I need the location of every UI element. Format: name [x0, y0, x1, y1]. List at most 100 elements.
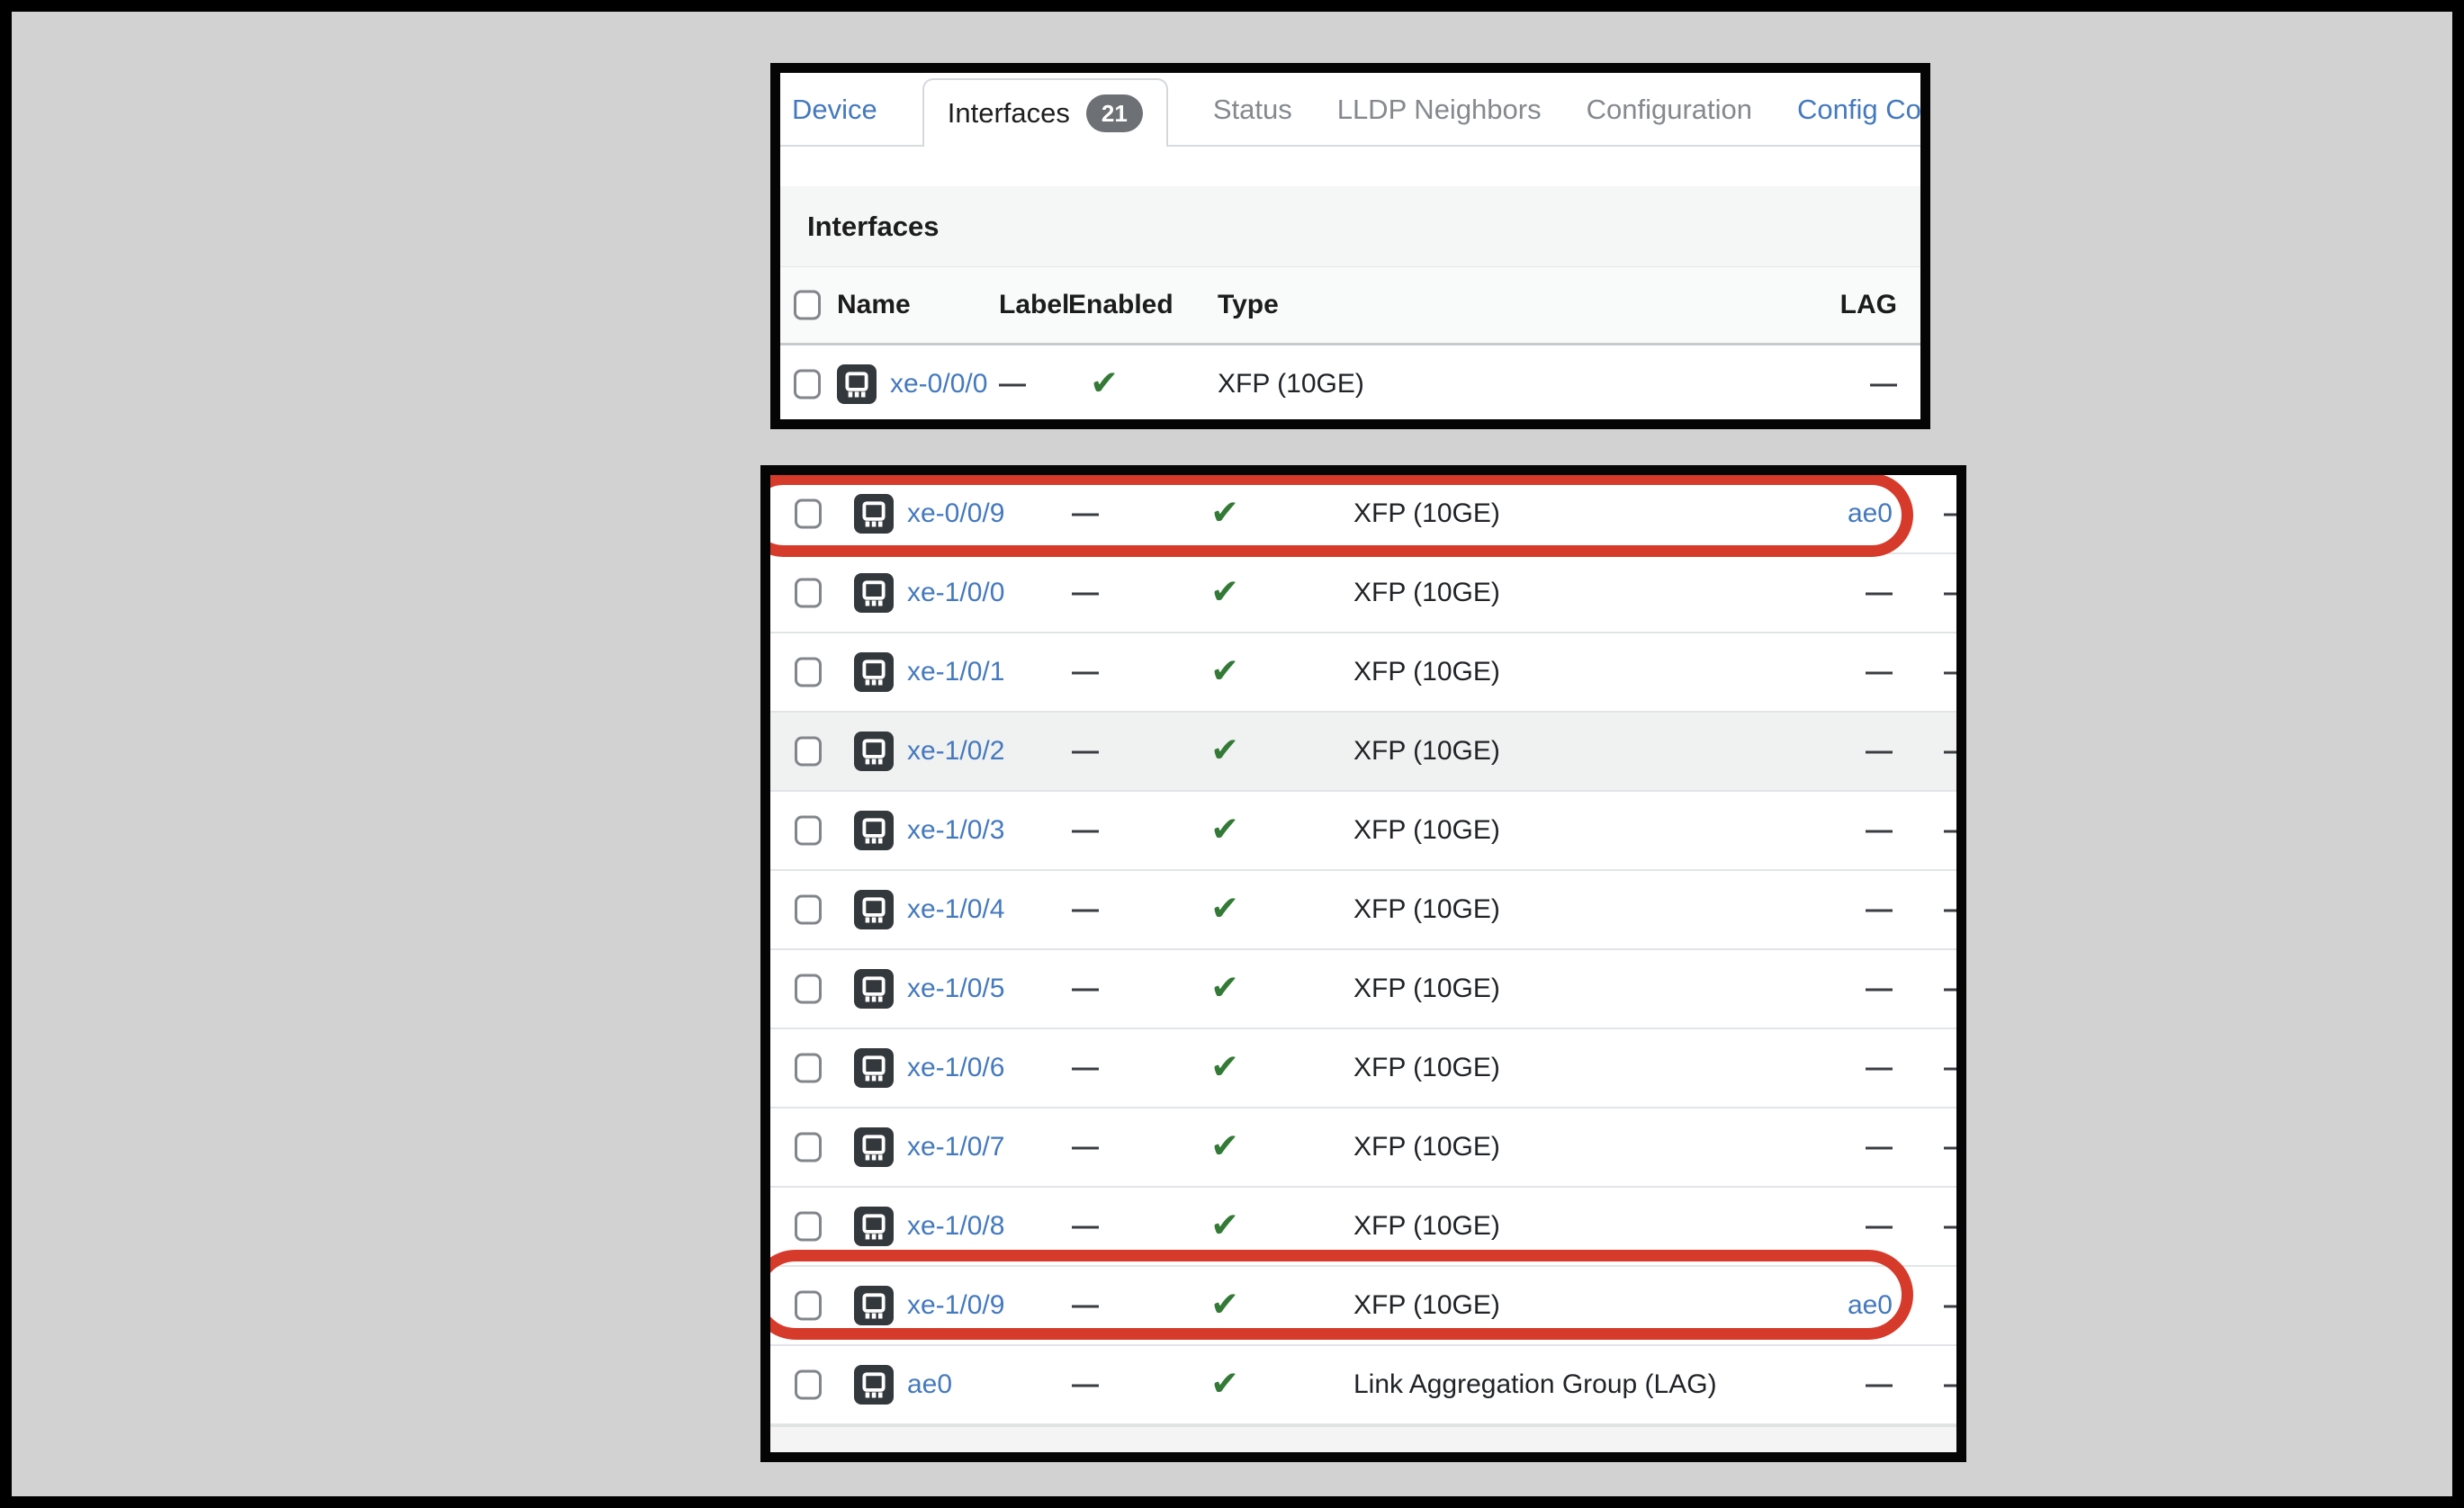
row-checkbox-cell [795, 1212, 822, 1242]
interface-row-xe-1-0-9: xe-1/0/9—✔XFP (10GE)ae0— [770, 1267, 1956, 1346]
row-checkbox-cell [795, 974, 822, 1004]
lag-empty-dash: — [1866, 1369, 1893, 1400]
lag-empty-dash: — [1866, 657, 1893, 687]
ethernet-port-icon [854, 1207, 894, 1246]
interface-link[interactable]: xe-0/0/0 [890, 369, 987, 399]
lag-empty-dash: — [1866, 1211, 1893, 1242]
label-empty-dash: — [1072, 1053, 1099, 1083]
clipped-next-column-dash: — [1944, 815, 1966, 846]
ethernet-port-icon [854, 811, 894, 850]
interface-link[interactable]: xe-1/0/4 [907, 894, 1004, 925]
ethernet-port-icon [854, 969, 894, 1009]
tab-configuration[interactable]: Configuration [1587, 94, 1752, 126]
row-checkbox[interactable] [795, 1054, 822, 1083]
check-icon: ✔ [1210, 812, 1239, 849]
interfaces-top-panel: Device Interfaces21 Status LLDP Neighbors Co… [770, 63, 1930, 429]
row-checkbox-cell [795, 895, 822, 925]
check-icon: ✔ [1210, 1207, 1239, 1245]
lag-empty-dash: — [1866, 894, 1893, 925]
interface-link[interactable]: xe-1/0/0 [907, 578, 1004, 608]
label-empty-dash: — [1072, 1132, 1099, 1162]
row-checkbox[interactable] [795, 1133, 822, 1162]
row-checkbox[interactable] [794, 370, 821, 399]
tab-lldp-neighbors[interactable]: LLDP Neighbors [1337, 94, 1542, 126]
lag-empty-dash: — [1866, 974, 1893, 1004]
check-icon: ✔ [1210, 1128, 1239, 1166]
ethernet-port-icon [854, 494, 894, 534]
interface-link[interactable]: xe-1/0/7 [907, 1132, 1004, 1162]
interface-link[interactable]: xe-1/0/5 [907, 974, 1004, 1004]
row-checkbox-cell [795, 658, 822, 687]
interface-type: XFP (10GE) [1353, 578, 1500, 608]
row-checkbox[interactable] [795, 974, 822, 1004]
tab-label: Config Conte [1797, 94, 1930, 125]
column-header-lag[interactable]: LAG [1840, 290, 1897, 320]
tab-status[interactable]: Status [1213, 94, 1292, 126]
interface-row-xe-0-0-0: xe-0/0/0—✔XFP (10GE)— [780, 346, 1920, 425]
tab-config-conte[interactable]: Config Conte [1797, 94, 1930, 126]
select-all-checkbox[interactable] [794, 291, 821, 320]
row-checkbox[interactable] [795, 816, 822, 846]
lag-empty-dash: — [1866, 815, 1893, 846]
clipped-next-column-dash: — [1944, 1053, 1966, 1083]
lag-empty-dash: — [1866, 1053, 1893, 1083]
row-checkbox[interactable] [795, 737, 822, 767]
check-icon: ✔ [1210, 970, 1239, 1008]
clipped-next-column-dash: — [1944, 1132, 1966, 1162]
row-checkbox[interactable] [795, 658, 822, 687]
name-cell: xe-1/0/0 [854, 573, 1004, 613]
check-icon: ✔ [1210, 732, 1239, 770]
row-checkbox-cell [795, 1133, 822, 1162]
enabled-cell: ✔ [1189, 972, 1261, 1007]
tab-interfaces[interactable]: Interfaces21 [922, 78, 1168, 147]
interface-type: XFP (10GE) [1353, 815, 1500, 846]
row-checkbox[interactable] [795, 1370, 822, 1400]
row-checkbox[interactable] [795, 895, 822, 925]
ethernet-port-icon [854, 890, 894, 929]
interface-type: XFP (10GE) [1353, 1290, 1500, 1321]
ethernet-port-icon [837, 364, 877, 404]
clipped-next-column-dash: — [1944, 1211, 1966, 1242]
ethernet-port-icon [854, 652, 894, 692]
count-badge: 21 [1086, 94, 1143, 132]
ethernet-port-icon [854, 1365, 894, 1405]
screenshot-canvas: Device Interfaces21 Status LLDP Neighbors Co… [0, 0, 2464, 1508]
interface-type: XFP (10GE) [1353, 1211, 1500, 1242]
interface-link[interactable]: ae0 [907, 1369, 952, 1400]
tab-label: Configuration [1587, 94, 1752, 125]
interface-link[interactable]: xe-1/0/2 [907, 736, 1004, 767]
lag-link[interactable]: ae0 [1848, 498, 1893, 529]
interface-link[interactable]: xe-1/0/3 [907, 815, 1004, 846]
interface-link[interactable]: xe-1/0/6 [907, 1053, 1004, 1083]
label-empty-dash: — [1072, 736, 1099, 767]
lag-link[interactable]: ae0 [1848, 1290, 1893, 1321]
row-checkbox[interactable] [795, 499, 822, 529]
row-checkbox[interactable] [795, 1291, 822, 1321]
column-header-label[interactable]: Label [999, 290, 1069, 320]
interface-link[interactable]: xe-1/0/9 [907, 1290, 1004, 1321]
row-checkbox-cell [795, 816, 822, 846]
tab-device[interactable]: Device [792, 94, 877, 126]
clipped-next-column-dash: — [1944, 498, 1966, 529]
clipped-next-column-dash: — [1944, 974, 1966, 1004]
interface-type: XFP (10GE) [1353, 974, 1500, 1004]
check-icon: ✔ [1210, 653, 1239, 691]
column-header-name[interactable]: Name [837, 290, 911, 320]
row-checkbox[interactable] [795, 1212, 822, 1242]
lag-empty-dash: — [1866, 578, 1893, 608]
interface-row-xe-1-0-2: xe-1/0/2—✔XFP (10GE)—— [770, 713, 1956, 792]
interface-link[interactable]: xe-1/0/1 [907, 657, 1004, 687]
check-icon: ✔ [1090, 365, 1119, 403]
row-checkbox[interactable] [795, 579, 822, 608]
clipped-next-column-dash: — [1944, 894, 1966, 925]
label-empty-dash: — [1072, 498, 1099, 529]
row-checkbox-cell [795, 737, 822, 767]
column-header-enabled[interactable]: Enabled [1068, 290, 1140, 320]
name-cell: xe-1/0/7 [854, 1127, 1004, 1167]
interface-link[interactable]: xe-0/0/9 [907, 498, 1004, 529]
column-header-type[interactable]: Type [1218, 290, 1279, 320]
enabled-cell: ✔ [1189, 497, 1261, 532]
interface-link[interactable]: xe-1/0/8 [907, 1211, 1004, 1242]
tab-label: Device [792, 94, 877, 125]
enabled-cell: ✔ [1189, 1209, 1261, 1244]
